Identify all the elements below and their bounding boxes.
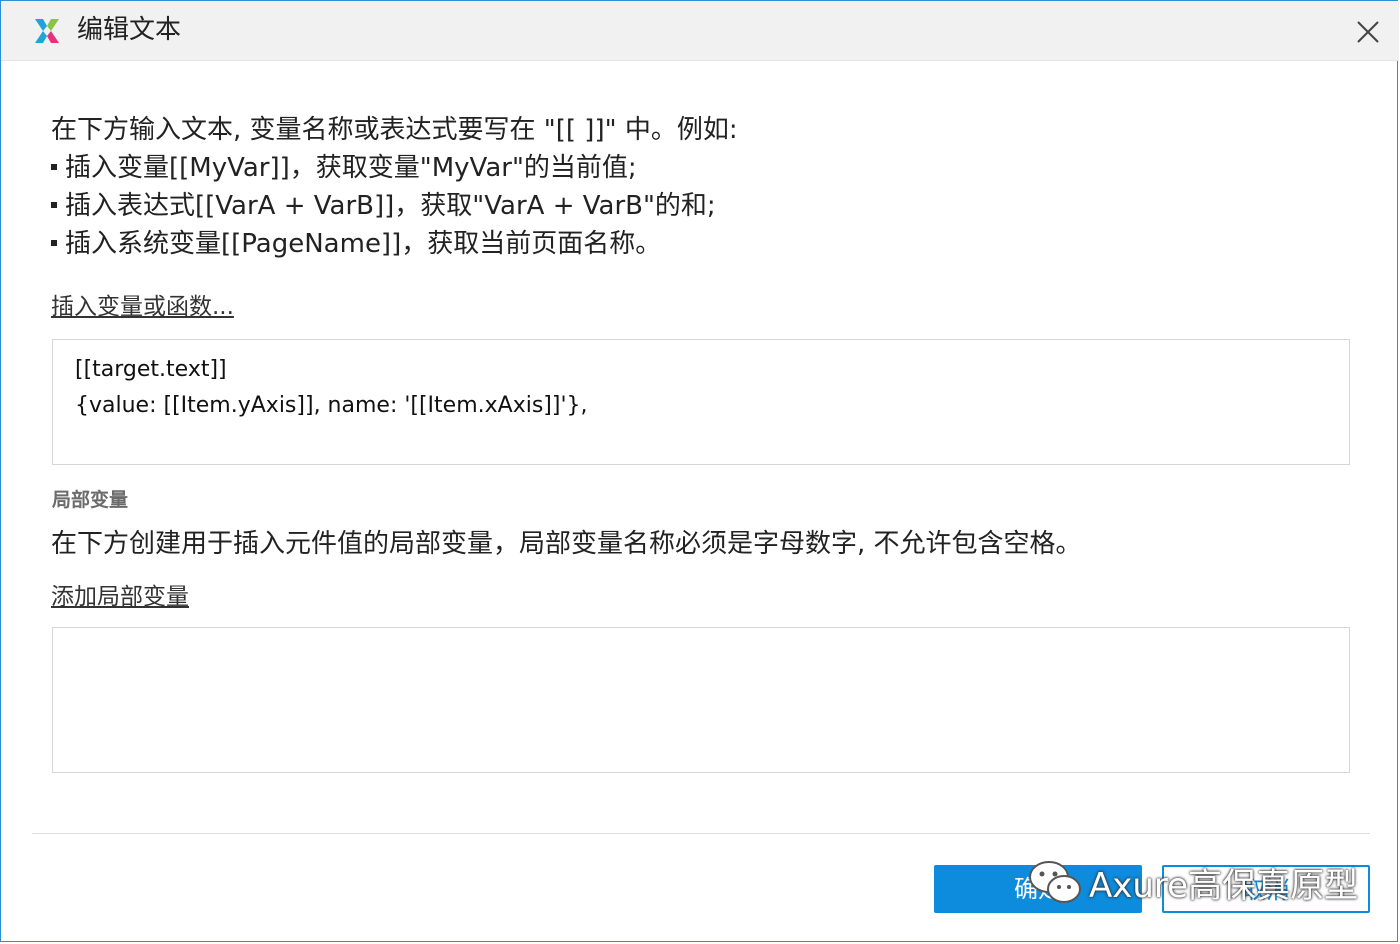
text-editor[interactable]: [[target.text]] {value: [[Item.yAxis]], … bbox=[52, 339, 1350, 465]
title-bar: 编辑文本 bbox=[1, 1, 1399, 61]
ok-button[interactable]: 确定 bbox=[934, 865, 1142, 913]
local-vars-list[interactable] bbox=[52, 627, 1350, 773]
dialog-title: 编辑文本 bbox=[77, 15, 182, 45]
bullet-icon bbox=[51, 239, 57, 246]
add-local-variable-link[interactable]: 添加局部变量 bbox=[51, 577, 189, 611]
cancel-button[interactable]: 取消 bbox=[1162, 865, 1370, 913]
axure-logo-icon bbox=[35, 19, 59, 43]
instruction-intro: 在下方输入文本, 变量名称或表达式要写在 "[[ ]]" 中。例如: bbox=[51, 115, 738, 145]
editor-line: {value: [[Item.yAxis]], name: '[[Item.xA… bbox=[75, 393, 588, 418]
insert-variable-link[interactable]: 插入变量或函数... bbox=[51, 287, 234, 321]
bullet-icon bbox=[51, 201, 57, 208]
instruction-bullet: 插入表达式[[VarA + VarB]]，获取"VarA + VarB"的和; bbox=[51, 187, 738, 225]
footer-divider bbox=[32, 833, 1370, 834]
edit-text-dialog: 编辑文本 在下方输入文本, 变量名称或表达式要写在 "[[ ]]" 中。例如: … bbox=[0, 0, 1399, 942]
local-vars-description: 在下方创建用于插入元件值的局部变量，局部变量名称必须是字母数字, 不允许包含空格… bbox=[51, 529, 1082, 559]
close-icon[interactable] bbox=[1355, 19, 1381, 45]
instructions: 在下方输入文本, 变量名称或表达式要写在 "[[ ]]" 中。例如: 插入变量[… bbox=[51, 111, 738, 263]
editor-line: [[target.text]] bbox=[75, 357, 227, 382]
local-vars-label: 局部变量 bbox=[52, 489, 129, 511]
instruction-bullet: 插入变量[[MyVar]]，获取变量"MyVar"的当前值; bbox=[51, 149, 738, 187]
bullet-icon bbox=[51, 163, 57, 170]
instruction-bullet: 插入系统变量[[PageName]]，获取当前页面名称。 bbox=[51, 225, 738, 263]
